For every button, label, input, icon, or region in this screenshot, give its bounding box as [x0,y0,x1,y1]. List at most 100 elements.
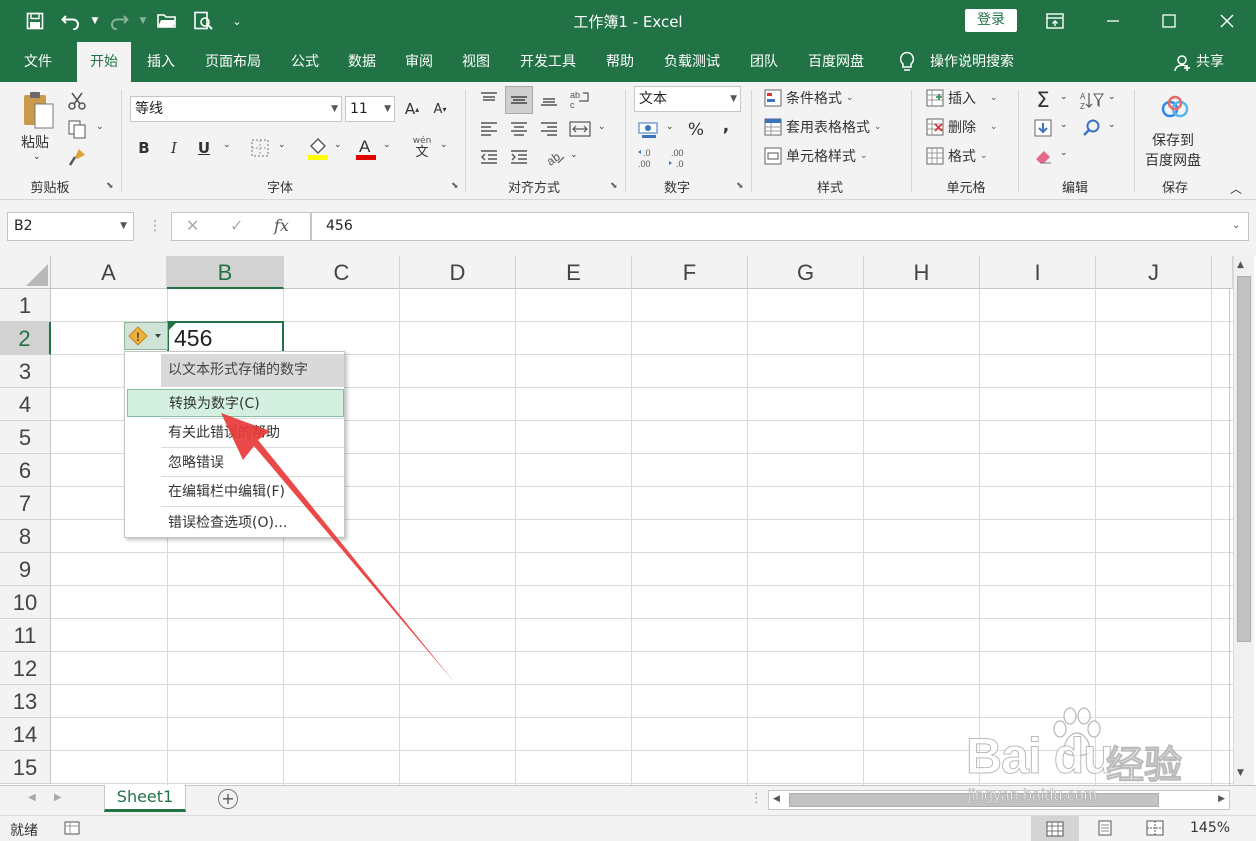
fill-color-icon[interactable] [304,134,332,162]
merge-dropdown-icon[interactable]: ⌄ [598,122,606,132]
row-header[interactable]: 6 [0,454,51,487]
increase-decimal-icon[interactable]: .0.00 [636,146,664,170]
phonetic-dropdown-icon[interactable]: ⌄ [440,140,448,150]
share-person-icon[interactable] [1174,54,1192,76]
orientation-icon[interactable]: ab [544,146,566,168]
row-header[interactable]: 9 [0,553,51,586]
prev-sheet-icon[interactable]: ◀ [28,792,36,803]
number-launcher-icon[interactable]: ⬊ [736,181,744,191]
tab-developer[interactable]: 开发工具 [510,42,586,82]
align-left-icon[interactable] [478,118,500,140]
vertical-scrollbar[interactable]: ▲ ▼ [1233,256,1254,785]
column-header[interactable]: I [980,256,1096,289]
row-header[interactable]: 15 [0,751,51,784]
middle-align-icon[interactable] [505,86,533,114]
bold-icon[interactable]: B [134,136,154,160]
autosum-dropdown-icon[interactable]: ⌄ [1060,92,1068,102]
select-all-corner[interactable] [0,256,51,289]
autosum-icon[interactable]: Σ [1030,88,1056,112]
format-cells-button[interactable]: 格式 ⌄ [926,146,988,166]
close-icon[interactable] [1198,0,1256,42]
horizontal-scrollbar[interactable]: ◀ ▶ [768,790,1230,810]
ribbon-display-options-icon[interactable] [1026,0,1084,42]
tab-split-grip-icon[interactable]: ⋮ [750,791,763,806]
share-button[interactable]: 共享 [1196,42,1224,82]
copy-dropdown-icon[interactable]: ⌄ [96,122,104,132]
borders-dropdown-icon[interactable]: ⌄ [278,140,286,150]
customize-toolbar-icon[interactable]: ⌄ [224,8,250,34]
tell-me-search[interactable]: 操作说明搜索 [930,42,1014,82]
scroll-up-icon[interactable]: ▲ [1237,260,1244,270]
decrease-font-size-icon[interactable]: A ▾ [430,98,450,120]
copy-icon[interactable] [66,118,88,140]
conditional-formatting-button[interactable]: 条件格式 ⌄ [764,88,854,108]
macro-record-icon[interactable] [64,820,82,840]
column-header[interactable]: A [51,256,167,289]
bottom-align-icon[interactable] [538,88,560,110]
row-header[interactable]: 14 [0,718,51,751]
row-header[interactable]: 11 [0,619,51,652]
increase-font-size-icon[interactable]: A ▴ [402,98,422,120]
save-to-netdisk-line1[interactable]: 保存到 [1152,130,1194,150]
horizontal-scroll-thumb[interactable] [789,793,1159,807]
column-header[interactable]: E [516,256,632,289]
zoom-level[interactable]: 145% [1190,820,1230,836]
tab-baidu-netdisk[interactable]: 百度网盘 [798,42,874,82]
login-button[interactable]: 登录 [965,9,1017,32]
sort-filter-icon[interactable]: AZ [1078,88,1106,112]
ignore-error-menu-item[interactable]: 忽略错误 [161,449,344,477]
print-preview-icon[interactable] [190,8,216,34]
minimize-icon[interactable] [1084,0,1142,42]
tab-review[interactable]: 审阅 [396,42,442,82]
clear-dropdown-icon[interactable]: ⌄ [1060,148,1068,158]
align-right-icon[interactable] [538,118,560,140]
cancel-entry-icon[interactable]: ✕ [186,216,199,235]
tab-help[interactable]: 帮助 [597,42,643,82]
comma-style-icon[interactable]: , [716,114,736,138]
paste-button[interactable]: 粘贴 [21,132,49,152]
row-header[interactable]: 10 [0,586,51,619]
vertical-scroll-thumb[interactable] [1237,276,1251,642]
sort-filter-dropdown-icon[interactable]: ⌄ [1108,92,1116,102]
fill-dropdown-icon[interactable]: ⌄ [1060,120,1068,130]
formula-input[interactable]: 456 [311,212,1249,241]
tab-page-layout[interactable]: 页面布局 [196,42,270,82]
add-sheet-icon[interactable]: + [218,789,238,809]
tab-formulas[interactable]: 公式 [282,42,328,82]
increase-indent-icon[interactable] [508,146,530,168]
undo-dropdown-icon[interactable]: ▼ [82,8,108,34]
tab-load-test[interactable]: 负载测试 [654,42,730,82]
save-icon[interactable] [22,8,48,34]
top-align-icon[interactable] [478,88,500,110]
merge-center-icon[interactable] [568,118,592,140]
underline-icon[interactable]: U [194,136,214,160]
row-header[interactable]: 1 [0,289,51,322]
underline-dropdown-icon[interactable]: ⌄ [223,140,231,150]
insert-function-icon[interactable]: fx [274,216,289,235]
row-header[interactable]: 7 [0,487,51,520]
row-header[interactable]: 3 [0,355,51,388]
decrease-indent-icon[interactable] [478,146,500,168]
column-header[interactable]: F [632,256,748,289]
column-header[interactable]: J [1096,256,1212,289]
paste-icon[interactable] [20,90,56,130]
align-center-icon[interactable] [508,118,530,140]
scroll-down-icon[interactable]: ▼ [1237,768,1244,778]
error-checking-options-menu-item[interactable]: 错误检查选项(O)... [161,509,344,537]
baidu-netdisk-icon[interactable] [1158,94,1192,120]
collapse-ribbon-icon[interactable]: ︿ [1226,178,1246,198]
column-header[interactable]: C [284,256,400,289]
name-box[interactable]: B2 ▼ [7,212,134,241]
edit-in-formula-bar-menu-item[interactable]: 在编辑栏中编辑(F) [161,478,344,506]
formula-bar-grip-icon[interactable]: ⋮ [148,218,162,234]
row-header[interactable]: 4 [0,388,51,421]
phonetic-guide-icon[interactable]: wén 文 [408,134,436,162]
confirm-entry-icon[interactable]: ✓ [230,216,243,235]
column-header[interactable]: H [864,256,980,289]
maximize-icon[interactable] [1140,0,1198,42]
font-color-dropdown-icon[interactable]: ⌄ [383,140,391,150]
tab-home[interactable]: 开始 [77,42,131,83]
tab-view[interactable]: 视图 [453,42,499,82]
wrap-text-icon[interactable]: ab c [568,88,592,110]
save-to-netdisk-line2[interactable]: 百度网盘 [1145,150,1201,170]
